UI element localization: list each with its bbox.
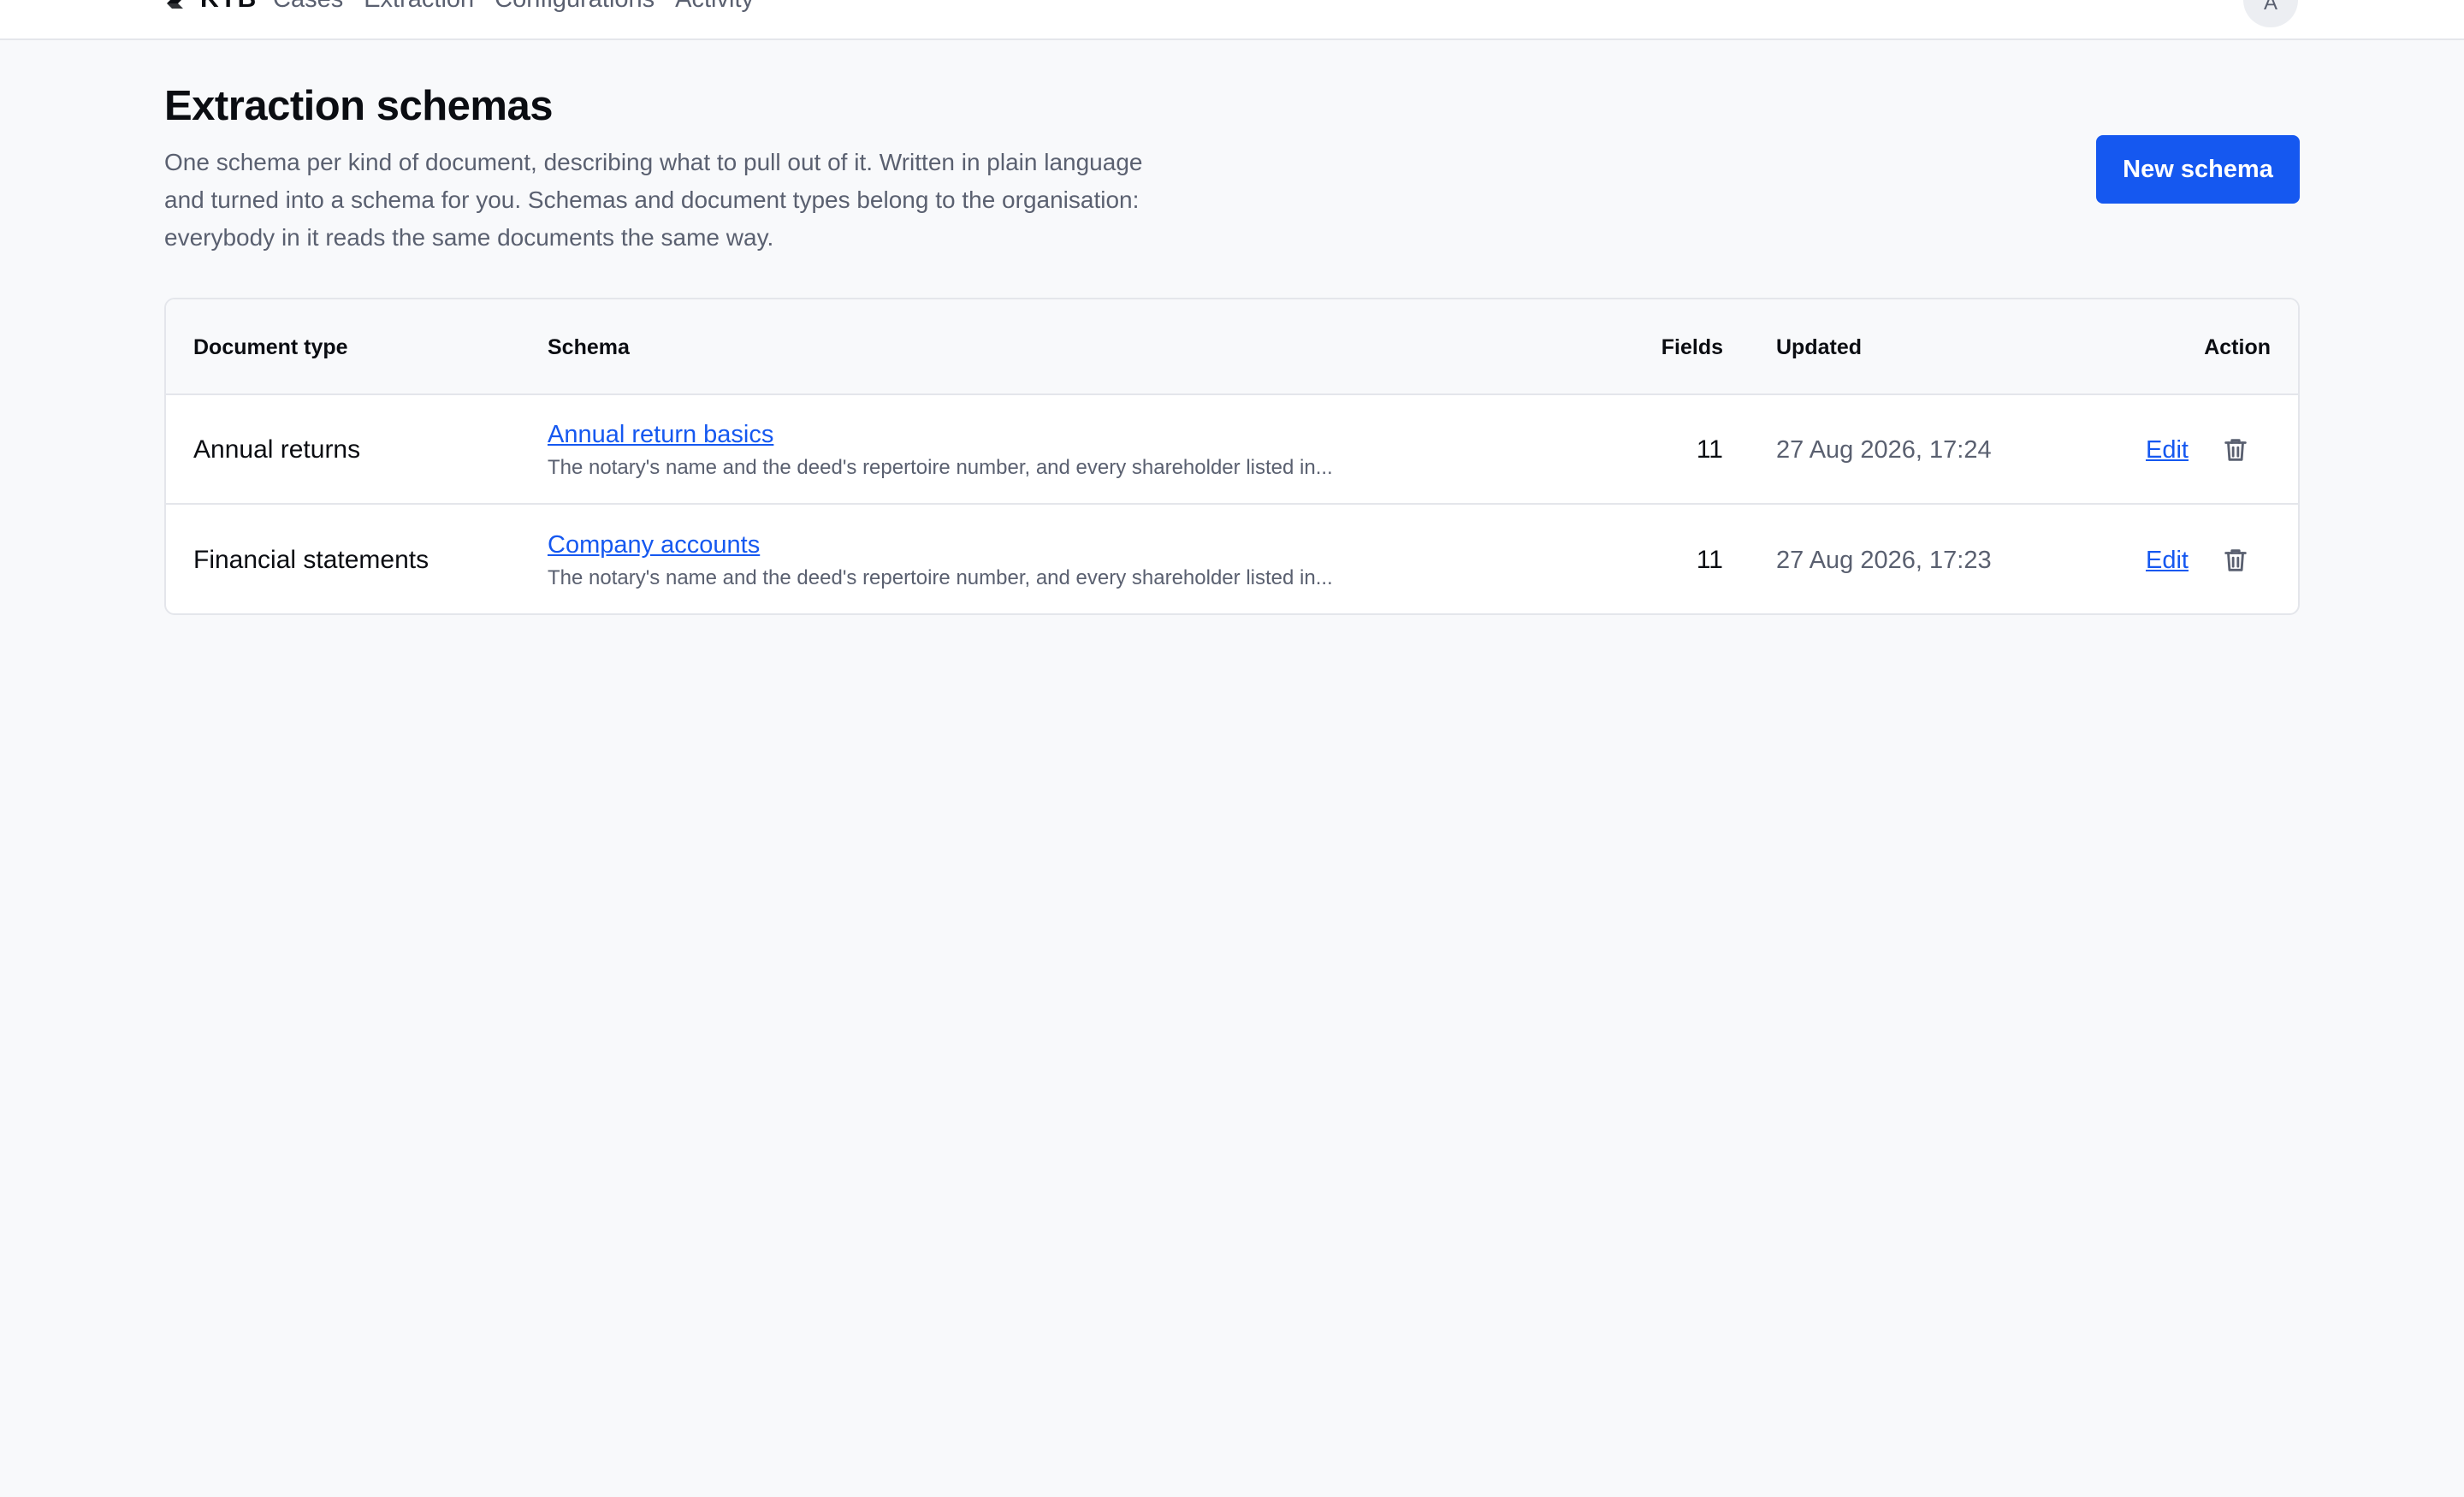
nav-item-extraction[interactable]: Extraction: [364, 0, 474, 14]
schema-cell: Annual return basics The notary's name a…: [548, 419, 1333, 481]
avatar[interactable]: A: [2243, 0, 2298, 27]
column-header-updated: Updated: [1776, 335, 1862, 359]
page-description: One schema per kind of document, describ…: [164, 149, 1143, 251]
page-title: Extraction schemas: [164, 83, 554, 129]
fields-count: 11: [1696, 435, 1723, 464]
schemas-table: Document type Schema Fields Updated Acti…: [164, 298, 2300, 615]
updated-timestamp: 27 Aug 2026, 17:23: [1776, 547, 1992, 574]
schema-link[interactable]: Annual return basics: [548, 419, 1333, 450]
fields-count: 11: [1696, 546, 1723, 574]
table-row: Financial statements Company accounts Th…: [166, 506, 2298, 613]
column-header-fields: Fields: [1661, 335, 1723, 359]
trash-icon[interactable]: [2221, 435, 2250, 464]
table-row: Annual returns Annual return basics The …: [166, 395, 2298, 505]
nav-item-activity[interactable]: Activity: [675, 0, 754, 14]
column-header-schema: Schema: [548, 335, 630, 359]
schema-description: The notary's name and the deed's reperto…: [548, 566, 1333, 589]
brand-mark-icon: [167, 0, 183, 9]
edit-link[interactable]: Edit: [2146, 506, 2189, 613]
schema-cell: Company accounts The notary's name and t…: [548, 530, 1333, 591]
document-type-cell: Financial statements: [193, 546, 429, 574]
new-schema-button[interactable]: New schema: [2096, 135, 2300, 204]
trash-icon[interactable]: [2221, 546, 2250, 575]
table-header: Document type Schema Fields Updated Acti…: [166, 299, 2298, 395]
document-type-cell: Annual returns: [193, 435, 361, 464]
nav-item-cases[interactable]: Cases: [273, 0, 343, 14]
nav-item-configurations[interactable]: Configurations: [495, 0, 654, 14]
column-header-action: Action: [2204, 335, 2271, 359]
top-navigation: KYB Cases Extraction Configurations Acti…: [0, 0, 2464, 40]
updated-timestamp: 27 Aug 2026, 17:24: [1776, 436, 1992, 464]
brand-name: KYB: [200, 0, 257, 14]
schema-link[interactable]: Company accounts: [548, 530, 1333, 560]
schema-description: The notary's name and the deed's reperto…: [548, 456, 1333, 479]
main-nav: Cases Extraction Configurations Activity: [273, 0, 754, 14]
brand[interactable]: KYB: [164, 0, 257, 14]
column-header-document-type: Document type: [193, 335, 348, 359]
edit-link[interactable]: Edit: [2146, 395, 2189, 505]
